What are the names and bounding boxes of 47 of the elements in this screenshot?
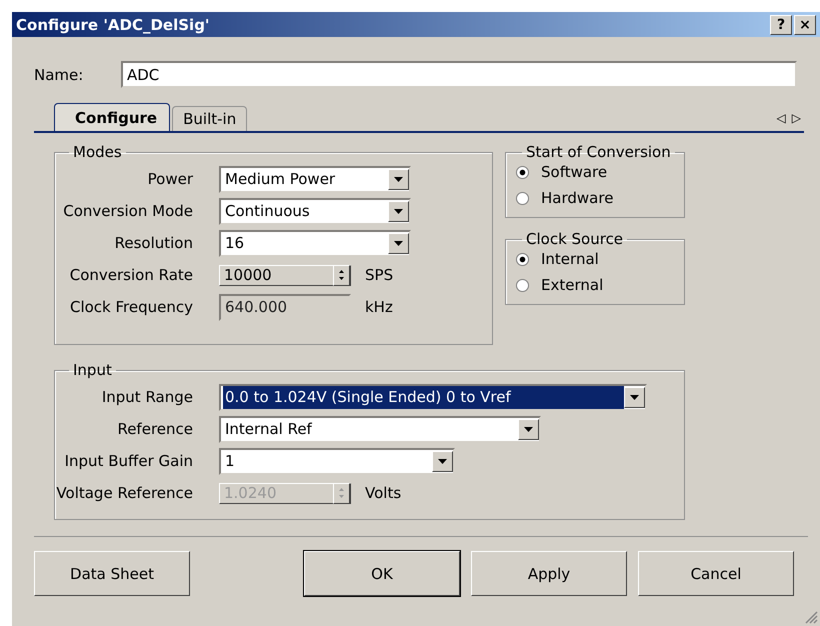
tab[interactable]: Configure [54,103,170,131]
dropdown[interactable]: 16 [219,230,411,256]
radio-option[interactable]: Hardware [516,189,676,207]
dropdown[interactable]: Internal Ref [219,416,541,442]
radio-button-icon[interactable] [516,166,529,178]
dialog-button[interactable]: OK [304,551,460,596]
dialog-button[interactable]: Data Sheet [34,551,190,596]
group-title: Input [72,361,113,379]
field-label: Input Buffer Gain [64,452,194,470]
spin-box[interactable]: 10000 [219,264,351,286]
field-label: Input Range [100,388,194,406]
close-button[interactable]: × [794,14,816,34]
dialog-button[interactable]: Cancel [638,551,794,596]
name-label: Name: [34,66,84,84]
radio-button-icon[interactable] [516,278,529,292]
group-title: Clock Source [525,230,624,248]
help-button[interactable]: ? [770,14,792,34]
field-label: Voltage Reference [55,484,194,502]
spinner-arrows-icon[interactable] [333,264,350,286]
field-label: Resolution [114,234,194,252]
field-label: Conversion Mode [62,202,194,220]
window-title: Configure 'ADC_DelSig' [16,16,211,34]
name-field[interactable]: ADC [121,61,797,88]
unit-label: SPS [365,266,394,284]
radio-option[interactable]: Software [516,163,676,181]
dropdown[interactable]: 1 [219,448,455,474]
radio-option[interactable]: External [516,276,676,294]
unit-label: Volts [365,484,402,502]
field-label: Reference [116,420,194,438]
scroll-left-button[interactable]: ◁ [774,111,789,125]
radio-button-icon[interactable] [516,192,529,204]
group-title: Start of Conversion [525,143,672,161]
dialog-button[interactable]: Apply [471,551,627,596]
radio-option[interactable]: Internal [516,250,676,268]
radio-button-icon[interactable] [516,252,529,266]
field-label: Clock Frequency [68,298,194,316]
dropdown[interactable]: 0.0 to 1.024V (Single Ended) 0 to Vref [219,384,647,410]
unit-label: kHz [365,298,393,316]
dropdown[interactable]: Continuous [219,198,411,224]
readonly-field: 640.000 [219,294,351,320]
tab[interactable]: Built-in [172,106,248,131]
resize-grip-icon[interactable] [804,610,818,624]
dropdown[interactable]: Medium Power [219,166,411,192]
scroll-right-button[interactable]: ▷ [788,111,804,125]
field-label: Power [146,170,194,188]
field-label: Conversion Rate [68,266,194,284]
group-title: Modes [72,143,123,161]
